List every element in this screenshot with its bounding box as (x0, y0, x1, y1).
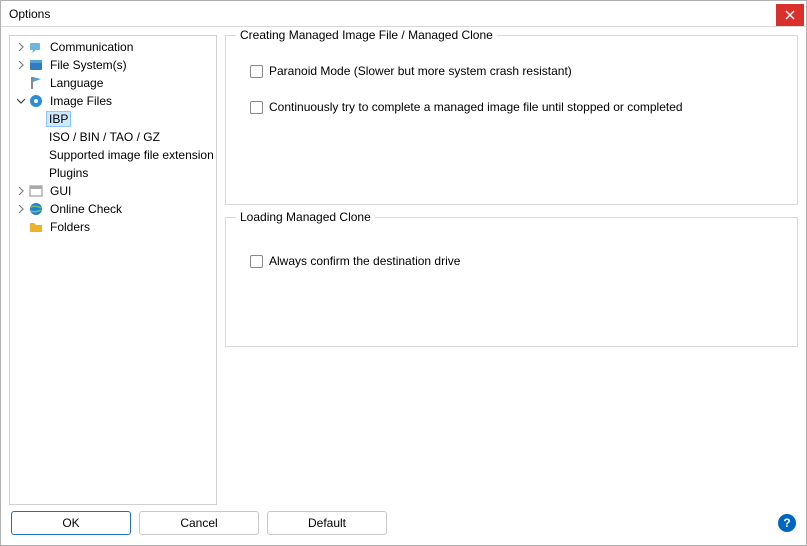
chevron-right-icon[interactable] (14, 184, 28, 198)
checkbox-icon[interactable] (250, 65, 263, 78)
close-icon (785, 10, 795, 20)
tree-label: ISO / BIN / TAO / GZ (46, 129, 163, 145)
drive-icon (28, 57, 44, 73)
tree-label: Plugins (46, 165, 91, 181)
tree-item-folders[interactable]: Folders (10, 218, 216, 236)
check-label: Always confirm the destination drive (269, 254, 460, 268)
tree-item-extensions[interactable]: Supported image file extension (10, 146, 216, 164)
tree-item-language[interactable]: Language (10, 74, 216, 92)
group-creating: Creating Managed Image File / Managed Cl… (225, 35, 798, 205)
tree-label: Communication (47, 39, 136, 55)
tree-item-plugins[interactable]: Plugins (10, 164, 216, 182)
chevron-right-icon[interactable] (14, 58, 28, 72)
chevron-down-icon[interactable] (14, 94, 28, 108)
tree-item-onlinecheck[interactable]: Online Check (10, 200, 216, 218)
tree-label: Supported image file extension (46, 147, 216, 163)
group-legend: Creating Managed Image File / Managed Cl… (236, 28, 497, 42)
titlebar: Options (1, 1, 806, 27)
tree-item-communication[interactable]: Communication (10, 38, 216, 56)
settings-panel: Creating Managed Image File / Managed Cl… (225, 35, 798, 505)
folder-icon (28, 219, 44, 235)
help-icon: ? (783, 516, 790, 530)
check-label: Continuously try to complete a managed i… (269, 100, 683, 114)
tree-label: GUI (47, 183, 74, 199)
window-icon (28, 183, 44, 199)
default-button[interactable]: Default (267, 511, 387, 535)
button-row: OK Cancel Default ? (9, 511, 798, 537)
tree-label: IBP (46, 111, 71, 127)
help-button[interactable]: ? (778, 514, 796, 532)
chevron-right-icon[interactable] (14, 202, 28, 216)
tree-item-ibp[interactable]: IBP (10, 110, 216, 128)
options-tree[interactable]: Communication File System(s) (9, 35, 217, 505)
chevron-right-icon[interactable] (14, 40, 28, 54)
tree-label: Image Files (47, 93, 115, 109)
tree-item-gui[interactable]: GUI (10, 182, 216, 200)
checkbox-icon[interactable] (250, 255, 263, 268)
group-legend: Loading Managed Clone (236, 210, 375, 224)
tree-item-imagefiles[interactable]: Image Files (10, 92, 216, 110)
check-continuous[interactable]: Continuously try to complete a managed i… (250, 100, 783, 114)
flag-icon (28, 75, 44, 91)
tree-label: Folders (47, 219, 93, 235)
cancel-button[interactable]: Cancel (139, 511, 259, 535)
globe-icon (28, 201, 44, 217)
ok-button[interactable]: OK (11, 511, 131, 535)
tree-item-iso[interactable]: ISO / BIN / TAO / GZ (10, 128, 216, 146)
communication-icon (28, 39, 44, 55)
close-button[interactable] (776, 4, 804, 26)
check-paranoid[interactable]: Paranoid Mode (Slower but more system cr… (250, 64, 783, 78)
main-area: Communication File System(s) (9, 35, 798, 505)
check-confirm-drive[interactable]: Always confirm the destination drive (250, 254, 783, 268)
checkbox-icon[interactable] (250, 101, 263, 114)
tree-item-filesystems[interactable]: File System(s) (10, 56, 216, 74)
tree-label: Language (47, 75, 106, 91)
group-loading: Loading Managed Clone Always confirm the… (225, 217, 798, 347)
check-label: Paranoid Mode (Slower but more system cr… (269, 64, 572, 78)
disc-icon (28, 93, 44, 109)
tree-label: Online Check (47, 201, 125, 217)
window-title: Options (9, 7, 50, 21)
tree-label: File System(s) (47, 57, 130, 73)
client-area: Communication File System(s) (1, 27, 806, 545)
